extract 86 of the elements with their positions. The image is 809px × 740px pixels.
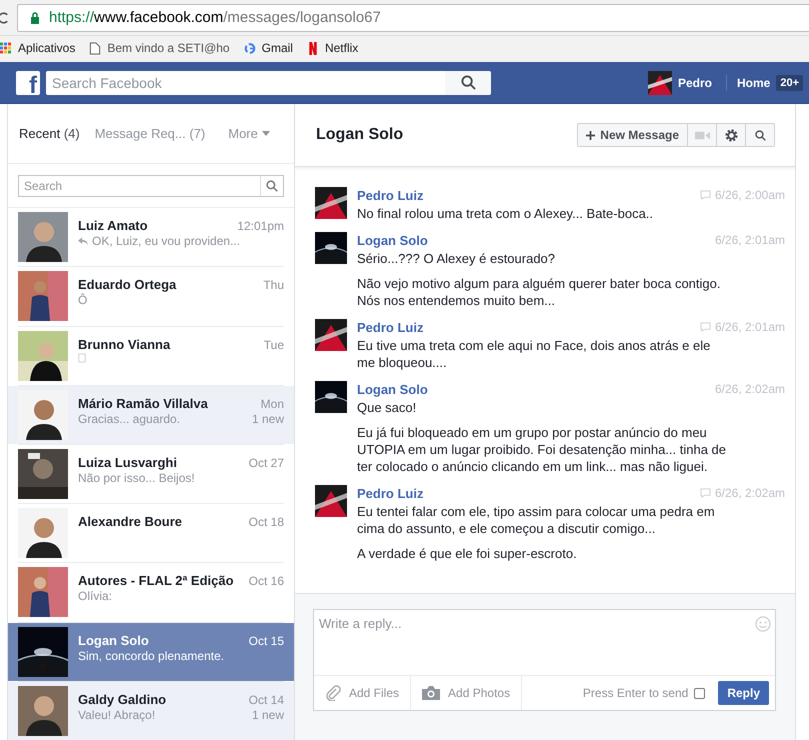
search-icon — [460, 75, 476, 90]
contact-name: Luiz Amato — [78, 218, 148, 234]
camera-icon — [422, 686, 440, 700]
timestamp: 12:01pm — [237, 219, 284, 234]
timestamp: 6/26, 2:02am — [714, 382, 785, 396]
search-icon — [754, 130, 766, 140]
lock-icon — [30, 12, 40, 24]
conversation-title: Logan Solo — [316, 126, 404, 144]
message-text: No final rolou uma treta com o Alexey... Bate-boca.. — [357, 205, 654, 222]
timestamp: Tue — [264, 338, 284, 352]
contact-name: Galdy Galdino — [78, 692, 166, 707]
message-text: Eu já fui bloqueado em um grupo por postar anúncio do meu UTOPIA em um lugar proibido. Foi desatenção minha... tinha de ter colocado o anúncio clicando em um link... mas não liguei. — [357, 424, 727, 475]
plus-icon — [586, 130, 596, 140]
conversation-item[interactable]: Eduardo Ortega Thu Ô — [8, 267, 294, 327]
document-icon — [89, 42, 102, 54]
folder-tab[interactable]: Recent (4) — [19, 126, 80, 142]
conversation-item[interactable]: Galdy Galdino Oct 14 Valeu! Abraço! 1 new — [8, 682, 294, 740]
search-button[interactable] — [445, 70, 491, 94]
message-preview: Ô — [78, 293, 88, 308]
settings-icon — [724, 128, 738, 142]
paperclip-icon — [325, 685, 341, 701]
netflix-icon — [306, 42, 319, 54]
timestamp: 6/26, 2:00am — [714, 188, 785, 202]
conversation-item[interactable]: Mário Ramão Villalva Mon Gracias... aguardo. 1 new — [8, 386, 294, 445]
reply-arrow-icon — [78, 236, 88, 246]
contact-name: Mário Ramão Villalva — [78, 396, 208, 411]
google-icon — [244, 42, 256, 54]
sender-name[interactable]: Logan Solo — [357, 382, 428, 396]
message-text: A verdade é que ele foi super-escroto. — [357, 545, 578, 562]
timestamp: Mon — [260, 396, 284, 411]
contact-name: Logan Solo — [78, 632, 149, 648]
unread-count: 1 new — [252, 412, 284, 426]
message-preview: Valeu! Abraço! — [78, 708, 156, 722]
reply-box[interactable]: Write a reply... Add Files Add Photos Press Enter to send Reply — [313, 609, 776, 711]
facebook-logo[interactable]: f — [16, 70, 40, 94]
reload-icon[interactable] — [0, 10, 8, 24]
bookmark[interactable]: Aplicativos — [0, 41, 76, 55]
timestamp: Oct 18 — [248, 515, 284, 530]
contact-name: Autores - FLAL 2ª Edição — [78, 573, 234, 588]
notification-badge: 20+ — [776, 74, 803, 90]
message-text: Eu tentei falar com ele, tipo assim para colocar uma pedra em cima do assunto, e ele começou a discutir comigo... — [357, 503, 716, 537]
conversation-item[interactable]: Luiza Lusvarghi Oct 27 Não por isso... Beijos! — [8, 444, 294, 504]
timestamp: Oct 15 — [248, 634, 284, 648]
timestamp: Thu — [263, 278, 284, 292]
timestamp: Oct 14 — [248, 692, 284, 707]
reply-button[interactable]: Reply — [718, 681, 769, 705]
caret-icon — [262, 131, 270, 136]
unread-count: 1 new — [252, 708, 284, 722]
sender-name[interactable]: Logan Solo — [357, 232, 428, 248]
timestamp: Oct 16 — [248, 574, 284, 588]
timestamp: 6/26, 2:01am — [714, 320, 785, 334]
conversation-item[interactable]: Autores - FLAL 2ª Edição Oct 16 Olívia: — [8, 563, 294, 623]
search-field[interactable]: Search Facebook — [46, 70, 445, 94]
timestamp: Oct 27 — [248, 456, 284, 470]
contact-name: Brunno Vianna — [78, 336, 170, 352]
conversation-item[interactable]: Luiz Amato 12:01pm OK, Luiz, eu vou providen... — [8, 208, 294, 268]
search-icon[interactable] — [260, 175, 284, 198]
contact-name: Luiza Lusvarghi — [78, 454, 177, 470]
search-button[interactable] — [745, 124, 774, 146]
message-preview: Sim, concordo plenamente. — [78, 648, 224, 663]
message-preview: OK, Luiz, eu vou providen... — [78, 234, 240, 248]
home-link[interactable]: Home — [736, 76, 770, 90]
timestamp: 6/26, 2:02am — [714, 486, 785, 500]
bookmark[interactable]: Gmail — [244, 41, 293, 55]
search-field[interactable]: Search — [18, 175, 260, 198]
message-text: Sério...??? O Alexey é estourado? — [357, 250, 556, 267]
address-bar[interactable]: https://www.facebook.com/messages/logansolo67 — [17, 4, 809, 32]
message-preview: Gracias... aguardo. — [78, 412, 180, 426]
sender-name[interactable]: Pedro Luiz — [357, 188, 424, 202]
message-preview: Não por isso... Beijos! — [78, 470, 195, 485]
bookmark[interactable]: Netflix — [306, 41, 358, 55]
missing-glyph-icon — [78, 352, 86, 363]
message-preview: Olívia: — [78, 589, 112, 604]
message-text: Que saco! — [357, 399, 418, 416]
apps-grid-icon — [0, 42, 12, 54]
message-text: Eu tive uma treta com ele aqui no Face, dois anos atrás e ele me bloqueou.... — [357, 337, 712, 371]
sender-name[interactable]: Pedro Luiz — [357, 486, 424, 500]
contact-name: Eduardo Ortega — [78, 277, 176, 292]
bookmark[interactable]: Bem vindo a SETI@ho — [89, 41, 230, 55]
sender-name[interactable]: Pedro Luiz — [357, 320, 424, 334]
contact-name: Alexandre Boure — [78, 514, 182, 530]
conversation-item[interactable]: Alexandre Boure Oct 18 — [8, 504, 294, 564]
profile-link[interactable]: Pedro — [678, 76, 712, 90]
timestamp: 6/26, 2:01am — [714, 233, 785, 247]
message-text: Não vejo motivo algum para alguém querer bater boca contigo. Nós nos entendemos muito bem... — [357, 275, 722, 309]
conversation-item[interactable]: Logan Solo Oct 15 Sim, concordo plenamente. — [8, 622, 294, 682]
